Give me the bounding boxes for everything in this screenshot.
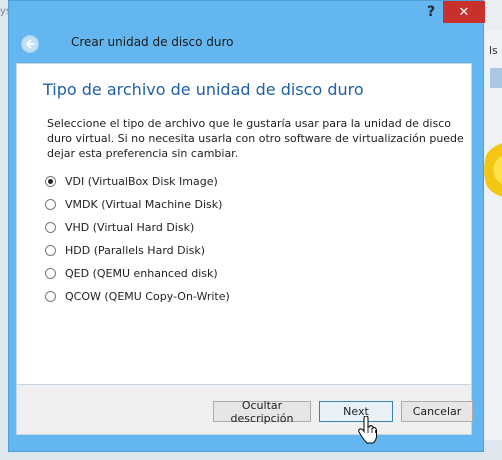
hide-description-button[interactable]: Ocultar descripción [213,399,311,425]
button-bar: Ocultar descripción Next Cancelar [16,385,473,435]
radio-button[interactable] [45,245,56,256]
radio-button-selected[interactable] [45,176,56,187]
back-arrow-icon[interactable] [21,35,39,53]
radio-button[interactable] [45,291,56,302]
option-label: VHD (Virtual Hard Disk) [65,221,195,234]
option-label: VDI (VirtualBox Disk Image) [65,175,218,188]
background-text-right: ls [489,44,498,57]
option-label: HDD (Parallels Hard Disk) [65,244,206,257]
radio-button[interactable] [45,199,56,210]
option-label: VMDK (Virtual Machine Disk) [65,198,223,211]
cancel-button[interactable]: Cancelar [401,401,473,422]
option-vhd[interactable]: VHD (Virtual Hard Disk) [45,216,230,239]
wizard-title: Crear unidad de disco duro [71,35,234,49]
option-label: QCOW (QEMU Copy-On-Write) [65,290,230,303]
radio-button[interactable] [45,222,56,233]
option-hdd[interactable]: HDD (Parallels Hard Disk) [45,239,230,262]
wizard-page: Tipo de archivo de unidad de disco duro … [16,63,472,385]
background-window-right [484,30,502,460]
page-description: Seleccione el tipo de archivo que le gus… [47,117,464,160]
option-qcow[interactable]: QCOW (QEMU Copy-On-Write) [45,285,230,308]
background-window-edge [0,0,8,460]
next-button[interactable]: Next [319,401,393,422]
radio-button[interactable] [45,268,56,279]
file-type-options: VDI (VirtualBox Disk Image) VMDK (Virtua… [45,170,230,308]
back-arrow-glyph [25,39,34,49]
option-vmdk[interactable]: VMDK (Virtual Machine Disk) [45,193,230,216]
option-label: QED (QEMU enhanced disk) [65,267,218,280]
page-title: Tipo de archivo de unidad de disco duro [43,80,364,99]
option-qed[interactable]: QED (QEMU enhanced disk) [45,262,230,285]
help-button[interactable]: ? [419,1,443,23]
background-icon [490,68,502,88]
create-disk-dialog: ? ✕ Crear unidad de disco duro Tipo de a… [8,0,485,452]
close-button[interactable]: ✕ [443,1,485,23]
wizard-header: Crear unidad de disco duro [9,23,485,63]
option-vdi[interactable]: VDI (VirtualBox Disk Image) [45,170,230,193]
hand-cursor-icon [358,416,377,444]
